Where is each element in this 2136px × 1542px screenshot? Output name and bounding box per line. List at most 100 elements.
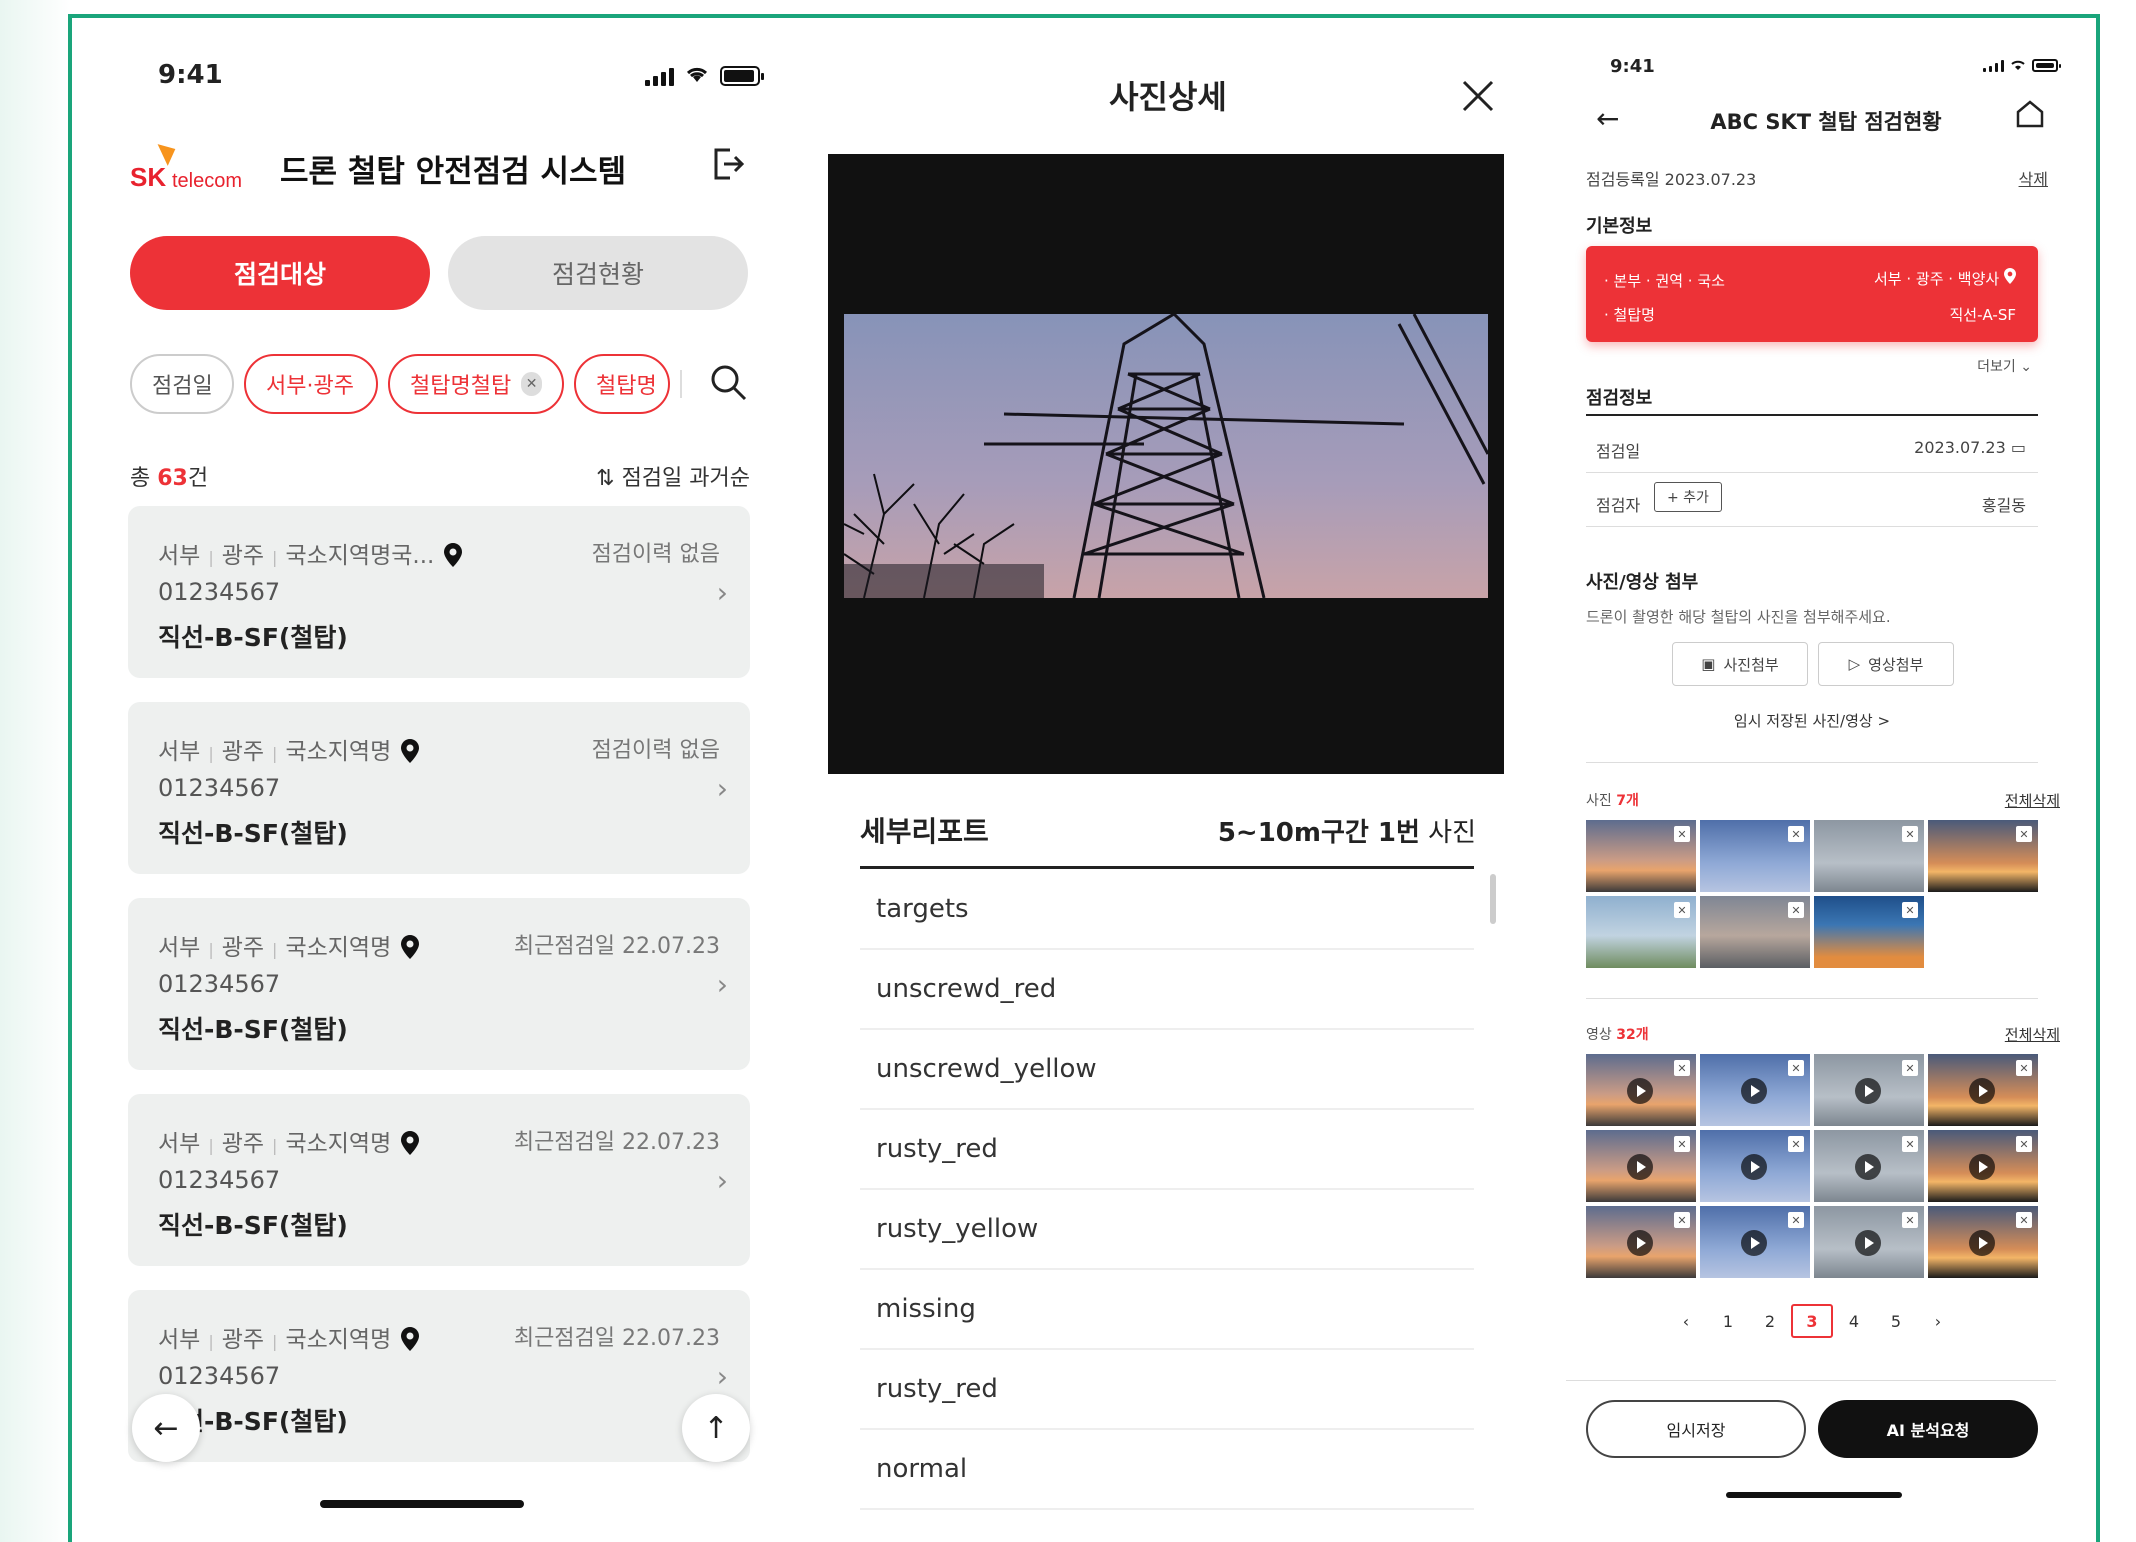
- inspection-date-value[interactable]: 2023.07.23 ▭: [1914, 438, 2026, 457]
- remove-icon[interactable]: ✕: [1902, 826, 1918, 842]
- video-thumbnail[interactable]: ✕: [1700, 1054, 1810, 1126]
- video-thumbnail[interactable]: ✕: [1700, 1130, 1810, 1202]
- video-thumbnail[interactable]: ✕: [1586, 1130, 1696, 1202]
- scroll-top-button[interactable]: ↑: [682, 1394, 750, 1462]
- remove-icon[interactable]: ✕: [1902, 902, 1918, 918]
- add-inspector-button[interactable]: + 추가: [1654, 482, 1722, 512]
- remove-icon[interactable]: ✕: [1674, 902, 1690, 918]
- video-thumbnail[interactable]: ✕: [1928, 1206, 2038, 1278]
- tower-name-value: 직선-A-SF: [1949, 306, 2016, 324]
- remove-icon[interactable]: ✕: [1674, 1136, 1690, 1152]
- page-3-active[interactable]: 3: [1791, 1304, 1833, 1338]
- page-prev-icon[interactable]: ‹: [1665, 1304, 1707, 1338]
- chip-inspection-date[interactable]: 점검일: [130, 354, 234, 414]
- page-4[interactable]: 4: [1833, 1304, 1875, 1338]
- inspector-label: 점검자: [1596, 496, 1641, 515]
- list-item[interactable]: rusty_red: [860, 1110, 1474, 1190]
- video-thumbnail[interactable]: ✕: [1928, 1054, 2038, 1126]
- wifi-icon: [2010, 56, 2026, 75]
- close-icon[interactable]: [1458, 76, 1498, 116]
- chip-tower-name[interactable]: 철탑명철탑 ✕: [388, 354, 564, 414]
- photo-thumbnail[interactable]: ✕: [1586, 896, 1696, 968]
- remove-icon[interactable]: ✕: [1674, 1060, 1690, 1076]
- tab-inspection-target[interactable]: 점검대상: [130, 236, 430, 310]
- photo-thumbnail[interactable]: ✕: [1586, 820, 1696, 892]
- chevron-down-icon: ⌄: [2020, 359, 2032, 375]
- list-item[interactable]: unscrewd_red: [860, 950, 1474, 1030]
- map-pin-icon[interactable]: [401, 1327, 420, 1351]
- map-pin-icon[interactable]: [401, 935, 420, 959]
- remove-icon[interactable]: ✕: [1788, 1212, 1804, 1228]
- delete-all-photos-link[interactable]: 전체삭제: [2005, 790, 2060, 811]
- remove-icon[interactable]: ✕: [1902, 1136, 1918, 1152]
- video-thumbnail[interactable]: ✕: [1586, 1054, 1696, 1126]
- remove-icon[interactable]: ✕: [2016, 1212, 2032, 1228]
- attach-photo-button[interactable]: ▣ 사진첨부: [1672, 642, 1808, 686]
- ai-analysis-button[interactable]: AI 분석요청: [1818, 1400, 2038, 1458]
- list-item[interactable]: unscrewd_yellow: [860, 1030, 1474, 1110]
- video-thumbnail[interactable]: ✕: [1814, 1054, 1924, 1126]
- map-pin-icon[interactable]: [444, 543, 463, 567]
- page-next-icon[interactable]: ›: [1917, 1304, 1959, 1338]
- search-icon[interactable]: [708, 362, 748, 402]
- page-5[interactable]: 5: [1875, 1304, 1917, 1338]
- logout-icon[interactable]: [710, 144, 746, 184]
- list-item[interactable]: missing: [860, 1270, 1474, 1350]
- list-item[interactable]: 서부 | 광주 | 국소지역명 최근점검일 22.07.23 01234567 직선-B…: [128, 1094, 750, 1266]
- sk-telecom-logo: SK telecom: [130, 138, 260, 200]
- remove-icon[interactable]: ✕: [1674, 826, 1690, 842]
- list-item[interactable]: 서부 | 광주 | 국소지역명 최근점검일 22.07.23 01234567 직선-B…: [128, 898, 750, 1070]
- remove-icon[interactable]: ✕: [1788, 826, 1804, 842]
- photo-thumbnail[interactable]: ✕: [1700, 820, 1810, 892]
- map-pin-icon[interactable]: [401, 1131, 420, 1155]
- attach-video-button[interactable]: ▷ 영상첨부: [1818, 642, 1954, 686]
- page-2[interactable]: 2: [1749, 1304, 1791, 1338]
- list-item[interactable]: 서부 | 광주 | 국소지역명 최근점검일 22.07.23 01234567 직선-B…: [128, 1290, 750, 1462]
- list-item[interactable]: rusty_yellow: [860, 1190, 1474, 1270]
- list-item[interactable]: normal: [860, 1430, 1474, 1510]
- remove-icon[interactable]: ✕: [1788, 902, 1804, 918]
- video-thumbnail[interactable]: ✕: [1814, 1130, 1924, 1202]
- photo-viewer[interactable]: [828, 154, 1504, 774]
- delete-link[interactable]: 삭제: [2019, 166, 2048, 190]
- remove-icon[interactable]: ✕: [2016, 826, 2032, 842]
- remove-icon[interactable]: ✕: [1788, 1136, 1804, 1152]
- photo-number: 1번: [1377, 818, 1420, 848]
- delete-all-videos-link[interactable]: 전체삭제: [2005, 1024, 2060, 1045]
- home-icon[interactable]: [2014, 98, 2046, 130]
- remove-icon[interactable]: ✕: [1788, 1060, 1804, 1076]
- video-thumbnail[interactable]: ✕: [1586, 1206, 1696, 1278]
- video-thumbnail[interactable]: ✕: [1814, 1206, 1924, 1278]
- section-divider: [1586, 762, 2038, 763]
- remove-icon[interactable]: ✕: [1902, 1212, 1918, 1228]
- remove-icon[interactable]: ✕: [2016, 1136, 2032, 1152]
- map-pin-icon[interactable]: [401, 739, 420, 763]
- save-temp-button[interactable]: 임시저장: [1586, 1400, 1806, 1458]
- sort-button[interactable]: ⇅ 점검일 과거순: [596, 460, 750, 492]
- app-header: SK telecom 드론 철탑 안전점검 시스템: [130, 134, 760, 204]
- photo-thumbnail[interactable]: ✕: [1928, 820, 2038, 892]
- more-button[interactable]: 더보기 ⌄: [1977, 356, 2032, 376]
- remove-icon[interactable]: ✕: [1674, 1212, 1690, 1228]
- video-thumbnail[interactable]: ✕: [1928, 1130, 2038, 1202]
- list-item[interactable]: 서부 | 광주 | 국소지역명 점검이력 없음 01234567 직선-B-SF(철탑)…: [128, 702, 750, 874]
- chip-tower-name-2[interactable]: 철탑명: [574, 354, 670, 414]
- chip-region[interactable]: 서부·광주: [244, 354, 378, 414]
- tab-inspection-status[interactable]: 점검현황: [448, 236, 748, 310]
- back-arrow-button[interactable]: ←: [132, 1394, 200, 1462]
- photo-thumbnail[interactable]: ✕: [1814, 896, 1924, 968]
- page-1[interactable]: 1: [1707, 1304, 1749, 1338]
- remove-icon[interactable]: ✕: [2016, 1060, 2032, 1076]
- photo-section-label: 5~10m구간 1번 사진: [1218, 812, 1476, 849]
- list-item[interactable]: rusty_red: [860, 1350, 1474, 1430]
- chip-remove-icon[interactable]: ✕: [521, 372, 542, 396]
- list-item[interactable]: targets: [860, 870, 1474, 950]
- logo-sk-text: SK: [130, 162, 167, 192]
- temp-saved-link[interactable]: 임시 저장된 사진/영상 >: [1586, 710, 2038, 731]
- list-item[interactable]: 서부 | 광주 | 국소지역명국... 점검이력 없음 01234567 직선-B-SF…: [128, 506, 750, 678]
- scrollbar[interactable]: [1490, 874, 1496, 924]
- photo-thumbnail[interactable]: ✕: [1814, 820, 1924, 892]
- video-thumbnail[interactable]: ✕: [1700, 1206, 1810, 1278]
- photo-thumbnail[interactable]: ✕: [1700, 896, 1810, 968]
- remove-icon[interactable]: ✕: [1902, 1060, 1918, 1076]
